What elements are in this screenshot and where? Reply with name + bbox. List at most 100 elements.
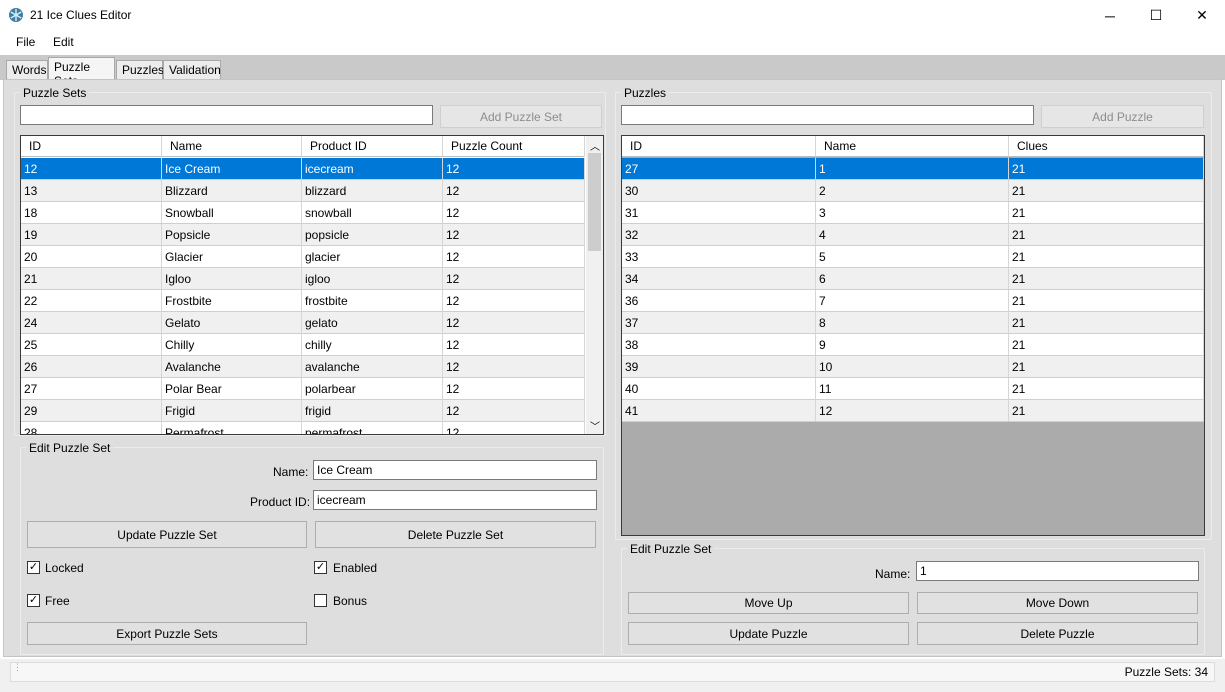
cell-name[interactable]: Permafrost [162, 422, 302, 434]
cell-name[interactable]: Frigid [162, 400, 302, 421]
cell-id[interactable]: 30 [622, 180, 816, 201]
cell-clues[interactable]: 21 [1009, 180, 1204, 201]
column-header-puzzle-count[interactable]: Puzzle Count [443, 136, 585, 157]
cell-puzzle-count[interactable]: 12 [443, 400, 585, 421]
cell-product-id[interactable]: polarbear [302, 378, 443, 399]
cell-name[interactable]: Blizzard [162, 180, 302, 201]
maximize-button[interactable]: ☐ [1133, 0, 1179, 31]
cell-name[interactable]: 9 [816, 334, 1009, 355]
cell-id[interactable]: 37 [622, 312, 816, 333]
cell-id[interactable]: 25 [21, 334, 162, 355]
export-puzzle-sets-button[interactable]: Export Puzzle Sets [27, 622, 307, 645]
puzzles-grid[interactable]: ID Name Clues 27 1 21 30 2 21 31 3 21 32 4 21 33 5 21 3… [621, 135, 1205, 536]
cell-product-id[interactable]: igloo [302, 268, 443, 289]
puzzle-set-search-input[interactable] [20, 105, 433, 125]
column-header-clues[interactable]: Clues [1009, 136, 1204, 157]
cell-puzzle-count[interactable]: 12 [443, 334, 585, 355]
table-row[interactable]: 26 Avalanche avalanche 12 [21, 356, 585, 378]
cell-id[interactable]: 22 [21, 290, 162, 311]
table-row[interactable]: 36 7 21 [622, 290, 1204, 312]
table-row[interactable]: 20 Glacier glacier 12 [21, 246, 585, 268]
cell-product-id[interactable]: blizzard [302, 180, 443, 201]
cell-clues[interactable]: 21 [1009, 312, 1204, 333]
table-row[interactable]: 18 Snowball snowball 12 [21, 202, 585, 224]
add-puzzle-set-button[interactable]: Add Puzzle Set [440, 105, 602, 128]
cell-name[interactable]: Polar Bear [162, 378, 302, 399]
cell-name[interactable]: 6 [816, 268, 1009, 289]
table-row[interactable]: 30 2 21 [622, 180, 1204, 202]
table-row[interactable]: 25 Chilly chilly 12 [21, 334, 585, 356]
cell-name[interactable]: 4 [816, 224, 1009, 245]
cell-clues[interactable]: 21 [1009, 224, 1204, 245]
column-header-name[interactable]: Name [162, 136, 302, 157]
table-row[interactable]: 31 3 21 [622, 202, 1204, 224]
delete-puzzle-button[interactable]: Delete Puzzle [917, 622, 1198, 645]
cell-name[interactable]: Popsicle [162, 224, 302, 245]
cell-name[interactable]: Frostbite [162, 290, 302, 311]
cell-id[interactable]: 34 [622, 268, 816, 289]
move-up-button[interactable]: Move Up [628, 592, 909, 614]
table-row[interactable]: 41 12 21 [622, 400, 1204, 422]
cell-name[interactable]: 5 [816, 246, 1009, 267]
table-row[interactable]: 27 Polar Bear polarbear 12 [21, 378, 585, 400]
cell-id[interactable]: 38 [622, 334, 816, 355]
cell-product-id[interactable]: chilly [302, 334, 443, 355]
puzzle-search-input[interactable] [621, 105, 1034, 125]
cell-id[interactable]: 33 [622, 246, 816, 267]
puzzle-sets-grid[interactable]: ID Name Product ID Puzzle Count 12 Ice Cr… [20, 135, 604, 435]
cell-clues[interactable]: 21 [1009, 158, 1204, 179]
cell-puzzle-count[interactable]: 12 [443, 422, 585, 434]
bonus-checkbox[interactable] [314, 594, 327, 607]
move-down-button[interactable]: Move Down [917, 592, 1198, 614]
cell-id[interactable]: 41 [622, 400, 816, 421]
cell-puzzle-count[interactable]: 12 [443, 290, 585, 311]
delete-puzzle-set-button[interactable]: Delete Puzzle Set [315, 521, 596, 548]
cell-puzzle-count[interactable]: 12 [443, 378, 585, 399]
cell-product-id[interactable]: gelato [302, 312, 443, 333]
table-row[interactable]: 34 6 21 [622, 268, 1204, 290]
cell-name[interactable]: 11 [816, 378, 1009, 399]
table-row[interactable]: 37 8 21 [622, 312, 1204, 334]
cell-clues[interactable]: 21 [1009, 378, 1204, 399]
table-row[interactable]: 39 10 21 [622, 356, 1204, 378]
cell-puzzle-count[interactable]: 12 [443, 246, 585, 267]
cell-product-id[interactable]: icecream [302, 158, 443, 179]
cell-puzzle-count[interactable]: 12 [443, 202, 585, 223]
cell-puzzle-count[interactable]: 12 [443, 268, 585, 289]
cell-name[interactable]: Ice Cream [162, 158, 302, 179]
scrollbar-thumb[interactable] [588, 153, 601, 251]
update-puzzle-button[interactable]: Update Puzzle [628, 622, 909, 645]
cell-name[interactable]: Avalanche [162, 356, 302, 377]
cell-id[interactable]: 26 [21, 356, 162, 377]
free-checkbox[interactable]: ✓ [27, 594, 40, 607]
cell-id[interactable]: 31 [622, 202, 816, 223]
cell-name[interactable]: 2 [816, 180, 1009, 201]
cell-name[interactable]: 10 [816, 356, 1009, 377]
update-puzzle-set-button[interactable]: Update Puzzle Set [27, 521, 307, 548]
cell-id[interactable]: 12 [21, 158, 162, 179]
locked-checkbox[interactable]: ✓ [27, 561, 40, 574]
tab-words[interactable]: Words [6, 60, 48, 79]
cell-name[interactable]: 12 [816, 400, 1009, 421]
cell-id[interactable]: 39 [622, 356, 816, 377]
cell-product-id[interactable]: frigid [302, 400, 443, 421]
menu-edit[interactable]: Edit [53, 35, 74, 49]
cell-puzzle-count[interactable]: 12 [443, 158, 585, 179]
cell-id[interactable]: 13 [21, 180, 162, 201]
cell-product-id[interactable]: glacier [302, 246, 443, 267]
cell-puzzle-count[interactable]: 12 [443, 356, 585, 377]
enabled-checkbox[interactable]: ✓ [314, 561, 327, 574]
cell-product-id[interactable]: avalanche [302, 356, 443, 377]
cell-product-id[interactable]: popsicle [302, 224, 443, 245]
cell-id[interactable]: 24 [21, 312, 162, 333]
table-row[interactable]: 29 Frigid frigid 12 [21, 400, 585, 422]
cell-id[interactable]: 21 [21, 268, 162, 289]
cell-name[interactable]: 7 [816, 290, 1009, 311]
table-row[interactable]: 21 Igloo igloo 12 [21, 268, 585, 290]
cell-id[interactable]: 27 [21, 378, 162, 399]
cell-clues[interactable]: 21 [1009, 268, 1204, 289]
cell-id[interactable]: 27 [622, 158, 816, 179]
tab-puzzles[interactable]: Puzzles [116, 60, 164, 79]
add-puzzle-button[interactable]: Add Puzzle [1041, 105, 1204, 128]
column-header-id[interactable]: ID [622, 136, 816, 157]
